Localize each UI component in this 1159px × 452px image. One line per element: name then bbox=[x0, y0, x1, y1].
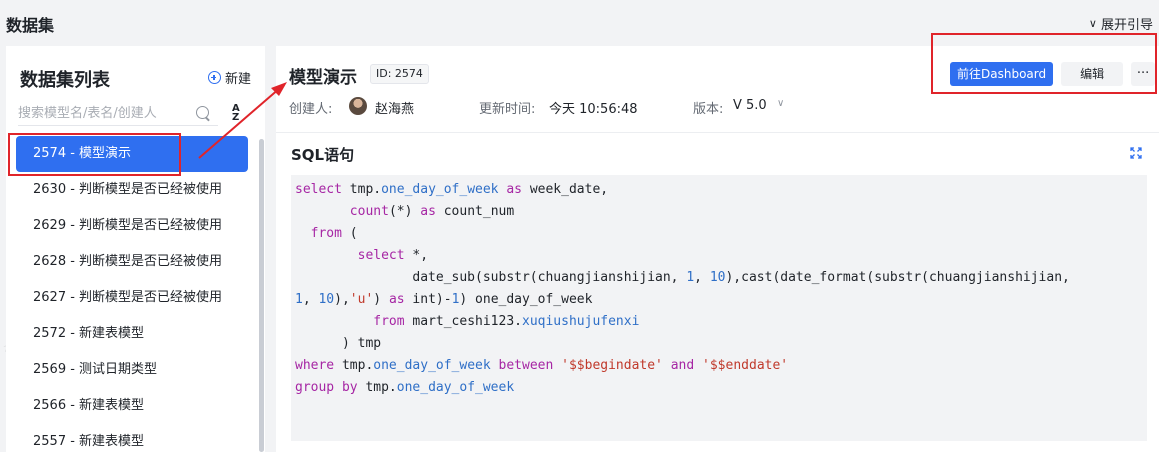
dataset-sidebar: 数据集列表 新建 A Z 2574 - 模型演示 2630 - 判断模型是否已经… bbox=[6, 46, 265, 452]
list-item[interactable]: 2628 - 判断模型是否已经被使用 bbox=[16, 244, 248, 280]
chevron-down-icon: ∨ bbox=[1088, 17, 1097, 30]
new-dataset-label: 新建 bbox=[224, 72, 251, 87]
expand-guide-label: 展开引导 bbox=[1100, 18, 1153, 33]
chevron-down-icon[interactable]: ∨ bbox=[777, 98, 784, 109]
meta-row: 创建人: 赵海燕 更新时间: 今天 10:56:48 版本: V 5.0 ∨ bbox=[289, 96, 809, 118]
creator-label: 创建人: bbox=[289, 102, 333, 117]
scrollbar-thumb[interactable] bbox=[259, 139, 264, 452]
divider bbox=[276, 132, 1159, 133]
search-icon[interactable] bbox=[196, 106, 209, 119]
sidebar-scrollbar[interactable] bbox=[259, 139, 264, 452]
plus-circle-icon bbox=[207, 71, 221, 84]
annotation-box-actions bbox=[931, 33, 1157, 94]
list-item[interactable]: 2569 - 测试日期类型 bbox=[16, 352, 248, 388]
sort-az-icon[interactable]: A Z bbox=[232, 104, 240, 123]
dataset-detail: 模型演示 ID: 2574 创建人: 赵海燕 更新时间: 今天 10:56:48… bbox=[276, 46, 1159, 452]
dataset-list: 2574 - 模型演示 2630 - 判断模型是否已经被使用 2629 - 判断… bbox=[16, 136, 248, 452]
list-item[interactable]: 2557 - 新建表模型 bbox=[16, 424, 248, 452]
list-item[interactable]: 2627 - 判断模型是否已经被使用 bbox=[16, 280, 248, 316]
sql-code: select tmp.one_day_of_week as week_date,… bbox=[295, 182, 1070, 395]
id-badge: ID: 2574 bbox=[370, 64, 429, 84]
expand-guide-toggle[interactable]: ∨ 展开引导 bbox=[1089, 14, 1153, 33]
list-item[interactable]: 2566 - 新建表模型 bbox=[16, 388, 248, 424]
list-item[interactable]: 2572 - 新建表模型 bbox=[16, 316, 248, 352]
new-dataset-button[interactable]: 新建 bbox=[207, 68, 251, 87]
sql-code-block[interactable]: select tmp.one_day_of_week as week_date,… bbox=[291, 175, 1147, 441]
version-select[interactable]: V 5.0 bbox=[733, 98, 767, 113]
list-item[interactable]: 2629 - 判断模型是否已经被使用 bbox=[16, 208, 248, 244]
version-label: 版本: bbox=[693, 102, 724, 117]
avatar bbox=[349, 97, 367, 115]
sql-section-title: SQL语句 bbox=[291, 146, 355, 164]
update-time-label: 更新时间: bbox=[479, 102, 536, 117]
list-item[interactable]: 2630 - 判断模型是否已经被使用 bbox=[16, 172, 248, 208]
annotation-box-list-item bbox=[8, 133, 181, 176]
page-title: 数据集 bbox=[6, 16, 55, 35]
fullscreen-icon[interactable] bbox=[1130, 147, 1142, 159]
update-time-value: 今天 10:56:48 bbox=[549, 102, 638, 117]
model-title: 模型演示 bbox=[289, 68, 357, 88]
sidebar-title: 数据集列表 bbox=[20, 70, 110, 91]
dataset-search-input[interactable] bbox=[18, 102, 218, 126]
creator-name: 赵海燕 bbox=[375, 102, 415, 117]
